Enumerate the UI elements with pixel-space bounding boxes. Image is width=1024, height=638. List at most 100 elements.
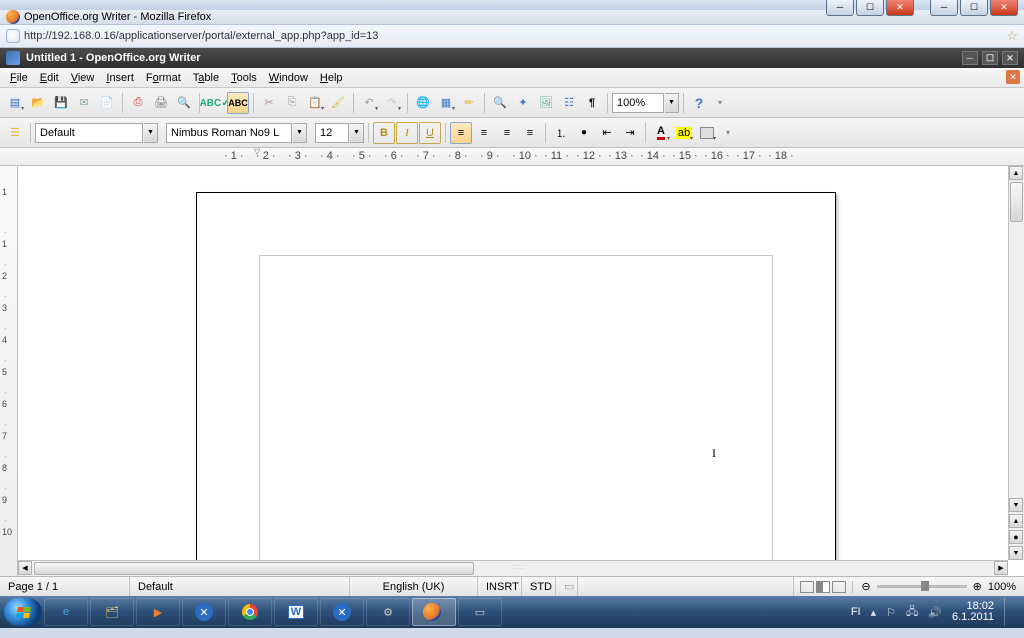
bold-button[interactable]: B (373, 122, 395, 144)
single-page-view[interactable] (800, 581, 814, 593)
font-color-button[interactable]: A (650, 122, 672, 144)
show-draw-button[interactable]: ✏ (458, 92, 480, 114)
split-handle[interactable]: :::: (513, 564, 525, 571)
tray-volume-icon[interactable]: 🔊 (928, 606, 942, 619)
zoom-slider[interactable] (877, 585, 967, 588)
open-button[interactable]: 📂 (27, 92, 49, 114)
status-selection-mode[interactable]: STD (522, 577, 556, 596)
tray-flag-icon[interactable]: ⚐ (886, 606, 896, 619)
font-size-dropdown[interactable]: ▼ (350, 123, 364, 143)
edit-file-button[interactable]: 📄 (96, 92, 118, 114)
ooo-minimize-button[interactable]: ─ (962, 51, 978, 65)
email-button[interactable]: ✉ (73, 92, 95, 114)
url-field[interactable]: http://192.168.0.16/applicationserver/po… (24, 30, 1002, 42)
nonprinting-chars-button[interactable]: ¶ (581, 92, 603, 114)
undo-button[interactable]: ↶ (358, 92, 380, 114)
save-button[interactable]: 💾 (50, 92, 72, 114)
prev-page-button[interactable]: ▲ (1009, 514, 1023, 528)
print-preview-button[interactable]: 🔍 (173, 92, 195, 114)
toolbar-overflow[interactable]: ▾ (718, 98, 722, 107)
spellcheck-button[interactable]: ABC✓ (204, 92, 226, 114)
table-button[interactable]: ▦ (435, 92, 457, 114)
background-color-button[interactable] (696, 122, 718, 144)
print-button[interactable]: 🖨 (150, 92, 172, 114)
cut-button[interactable]: ✂ (258, 92, 280, 114)
book-view[interactable] (832, 581, 846, 593)
align-center-button[interactable]: ≡ (473, 122, 495, 144)
zoom-slider-thumb[interactable] (921, 581, 929, 591)
taskbar-app-x1[interactable]: ✕ (182, 598, 226, 626)
taskbar-wmp[interactable]: ▶ (136, 598, 180, 626)
tray-network-icon[interactable]: 🖧 (906, 603, 918, 622)
taskbar-app-x2[interactable]: ✕ (320, 598, 364, 626)
page[interactable]: I (196, 192, 836, 560)
numbered-list-button[interactable]: ⒈ (550, 122, 572, 144)
site-identity-icon[interactable] (6, 29, 20, 43)
navigator-button[interactable]: ✦ (512, 92, 534, 114)
vscroll-thumb[interactable] (1010, 182, 1023, 222)
bg-maximize-button[interactable]: ☐ (856, 0, 884, 16)
menu-edit[interactable]: Edit (34, 70, 65, 86)
status-style[interactable]: Default (130, 577, 350, 596)
menu-format[interactable]: Format (140, 70, 187, 86)
find-replace-button[interactable]: 🔍 (489, 92, 511, 114)
bg-close-button[interactable]: ✕ (886, 0, 914, 16)
menu-view[interactable]: View (65, 70, 101, 86)
status-page[interactable]: Page 1 / 1 (0, 577, 130, 596)
menu-window[interactable]: Window (263, 70, 314, 86)
status-signature[interactable]: ▭ (556, 577, 578, 596)
taskbar-word[interactable]: W (274, 598, 318, 626)
menu-help[interactable]: Help (314, 70, 349, 86)
format-paintbrush-button[interactable]: 🖌 (327, 92, 349, 114)
vertical-ruler[interactable]: 11·2·3·4·5·6·7·8·9·10· (0, 166, 18, 576)
new-button[interactable]: ▤ (4, 92, 26, 114)
hscroll-thumb[interactable] (34, 562, 474, 575)
paste-button[interactable]: 📋 (304, 92, 326, 114)
start-button[interactable] (4, 598, 42, 626)
menu-tools[interactable]: Tools (225, 70, 263, 86)
paragraph-style-dropdown[interactable]: ▼ (144, 123, 158, 143)
menu-table[interactable]: Table (187, 70, 225, 86)
underline-button[interactable]: U (419, 122, 441, 144)
increase-indent-button[interactable]: ⇥ (619, 122, 641, 144)
status-insert-mode[interactable]: INSRT (478, 577, 522, 596)
taskbar-app-doc[interactable]: ▭ (458, 598, 502, 626)
multi-page-view[interactable] (816, 581, 830, 593)
taskbar-firefox[interactable] (412, 598, 456, 626)
scroll-up-arrow[interactable]: ▲ (1009, 166, 1023, 180)
gallery-button[interactable]: 🖼 (535, 92, 557, 114)
minimize-button[interactable]: ─ (930, 0, 958, 16)
help-button[interactable]: ? (688, 92, 710, 114)
ooo-maximize-button[interactable]: ☐ (982, 51, 998, 65)
menu-file[interactable]: File (4, 70, 34, 86)
zoom-out-button[interactable]: ⊖ (861, 580, 870, 593)
italic-button[interactable]: I (396, 122, 418, 144)
ooo-close-button[interactable]: ✕ (1002, 51, 1018, 65)
tray-lang[interactable]: FI (851, 606, 861, 618)
align-left-button[interactable]: ≡ (450, 122, 472, 144)
bg-minimize-button[interactable]: ─ (826, 0, 854, 16)
taskbar-ie[interactable]: e (44, 598, 88, 626)
show-desktop-button[interactable] (1004, 598, 1012, 626)
paragraph-style-combo[interactable]: Default (35, 123, 143, 143)
font-size-combo[interactable]: 12 (315, 123, 349, 143)
scroll-left-arrow[interactable]: ◀ (18, 561, 32, 575)
next-page-button[interactable]: ▼ (1009, 546, 1023, 560)
redo-button[interactable]: ↷ (381, 92, 403, 114)
taskbar-app-gear[interactable]: ⚙ (366, 598, 410, 626)
horizontal-ruler[interactable]: ▽· 1 ·· 2 ·· 3 ·· 4 ·· 5 ·· 6 ·· 7 ·· 8 … (0, 148, 1024, 166)
taskbar-explorer[interactable]: 🗂 (90, 598, 134, 626)
zoom-dropdown[interactable]: ▼ (665, 93, 679, 113)
highlight-button[interactable]: ab (673, 122, 695, 144)
tray-show-hidden-icon[interactable]: ▴ (871, 606, 877, 619)
export-pdf-button[interactable]: ⎙ (127, 92, 149, 114)
nav-button[interactable]: ● (1009, 530, 1023, 544)
styles-button[interactable]: ☰ (4, 122, 26, 144)
vertical-scrollbar[interactable]: ▲ ▼ ▲ ● ▼ (1008, 166, 1024, 560)
data-sources-button[interactable]: ☷ (558, 92, 580, 114)
document-canvas[interactable]: I (18, 166, 1008, 560)
horizontal-scrollbar[interactable]: ◀ ▶ :::: (18, 560, 1008, 576)
copy-button[interactable]: ⎘ (281, 92, 303, 114)
align-right-button[interactable]: ≡ (496, 122, 518, 144)
menu-insert[interactable]: Insert (100, 70, 140, 86)
